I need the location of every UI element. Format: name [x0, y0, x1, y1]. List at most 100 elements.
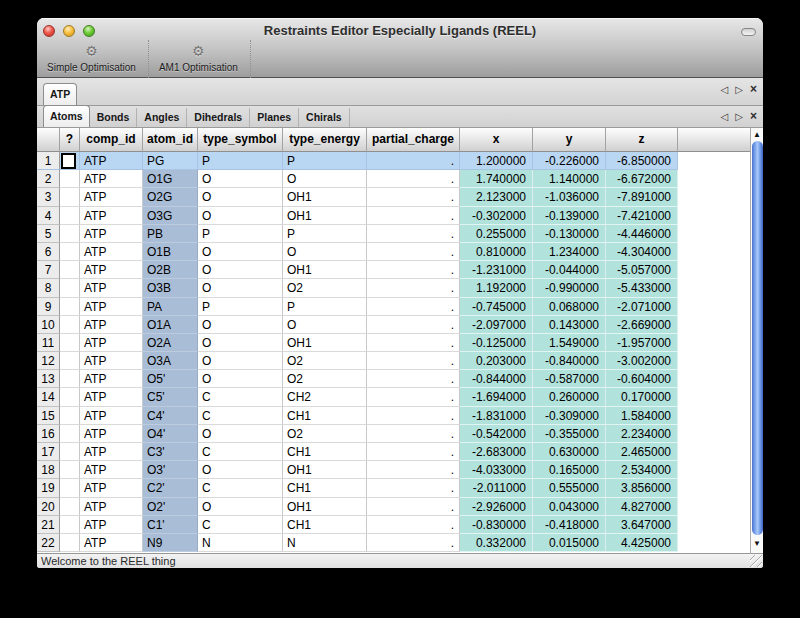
table-row[interactable]: 8ATPO3BOO2.1.192000-0.990000-5.433000: [37, 279, 763, 297]
row-number-cell[interactable]: 15: [37, 407, 60, 425]
comp-id-cell[interactable]: ATP: [80, 425, 143, 443]
comp-id-cell[interactable]: ATP: [80, 188, 143, 206]
x-cell[interactable]: -1.694000: [460, 388, 533, 406]
row-number-cell[interactable]: 7: [37, 261, 60, 279]
x-cell[interactable]: -0.542000: [460, 425, 533, 443]
selector-cell[interactable]: [60, 334, 80, 352]
atom-id-cell[interactable]: O1A: [143, 316, 198, 334]
selector-cell[interactable]: [60, 316, 80, 334]
y-cell[interactable]: -0.139000: [533, 207, 606, 225]
z-cell[interactable]: -2.071000: [606, 298, 678, 316]
comp-id-cell[interactable]: ATP: [80, 388, 143, 406]
row-number-cell[interactable]: 1: [37, 152, 60, 170]
y-cell[interactable]: 0.165000: [533, 461, 606, 479]
partial-charge-cell[interactable]: .: [367, 261, 460, 279]
section-tab-bonds[interactable]: Bonds: [90, 108, 138, 127]
selector-cell[interactable]: [60, 225, 80, 243]
y-cell[interactable]: 0.260000: [533, 388, 606, 406]
toolbar-button[interactable]: ⚙AM1 Optimisation: [149, 40, 251, 78]
y-cell[interactable]: -0.044000: [533, 261, 606, 279]
x-cell[interactable]: 1.200000: [460, 152, 533, 170]
table-row[interactable]: 6ATPO1BOO.0.8100001.234000-4.304000: [37, 243, 763, 261]
atom-id-cell[interactable]: O2G: [143, 188, 198, 206]
z-cell[interactable]: 2.234000: [606, 425, 678, 443]
z-cell[interactable]: -3.002000: [606, 352, 678, 370]
selector-cell[interactable]: [60, 352, 80, 370]
partial-charge-cell[interactable]: .: [367, 170, 460, 188]
atom-id-cell[interactable]: C3': [143, 443, 198, 461]
y-cell[interactable]: -0.990000: [533, 279, 606, 297]
type-symbol-cell[interactable]: O: [198, 498, 283, 516]
scrollbar-thumb[interactable]: [752, 141, 763, 535]
comp-id-cell[interactable]: ATP: [80, 225, 143, 243]
comp-id-cell[interactable]: ATP: [80, 407, 143, 425]
type-symbol-cell[interactable]: O: [198, 425, 283, 443]
partial-charge-cell[interactable]: .: [367, 334, 460, 352]
z-cell[interactable]: -5.433000: [606, 279, 678, 297]
selector-cell[interactable]: [60, 279, 80, 297]
column-header[interactable]: [37, 128, 60, 152]
x-cell[interactable]: -0.125000: [460, 334, 533, 352]
partial-charge-cell[interactable]: .: [367, 188, 460, 206]
atom-id-cell[interactable]: O2B: [143, 261, 198, 279]
row-number-cell[interactable]: 5: [37, 225, 60, 243]
x-cell[interactable]: 1.740000: [460, 170, 533, 188]
type-symbol-cell[interactable]: O: [198, 279, 283, 297]
section-tab-planes[interactable]: Planes: [250, 108, 299, 127]
row-number-cell[interactable]: 4: [37, 207, 60, 225]
type-symbol-cell[interactable]: O: [198, 352, 283, 370]
comp-id-cell[interactable]: ATP: [80, 152, 143, 170]
y-cell[interactable]: 1.140000: [533, 170, 606, 188]
row-number-cell[interactable]: 10: [37, 316, 60, 334]
type-symbol-cell[interactable]: P: [198, 152, 283, 170]
table-row[interactable]: 10ATPO1AOO.-2.0970000.143000-2.669000: [37, 316, 763, 334]
comp-id-cell[interactable]: ATP: [80, 352, 143, 370]
table-row[interactable]: 13ATPO5'OO2.-0.844000-0.587000-0.604000: [37, 370, 763, 388]
z-cell[interactable]: -6.672000: [606, 170, 678, 188]
x-cell[interactable]: -4.033000: [460, 461, 533, 479]
z-cell[interactable]: 2.465000: [606, 443, 678, 461]
type-energy-cell[interactable]: OH1: [283, 334, 367, 352]
type-energy-cell[interactable]: O: [283, 170, 367, 188]
z-cell[interactable]: 1.584000: [606, 407, 678, 425]
scroll-up-icon[interactable]: ▲: [751, 129, 763, 141]
y-cell[interactable]: 0.630000: [533, 443, 606, 461]
type-symbol-cell[interactable]: O: [198, 316, 283, 334]
tab-close-icon[interactable]: ×: [750, 109, 757, 123]
type-energy-cell[interactable]: O2: [283, 279, 367, 297]
type-symbol-cell[interactable]: C: [198, 443, 283, 461]
toolbar-toggle-button[interactable]: [741, 28, 756, 36]
y-cell[interactable]: -0.226000: [533, 152, 606, 170]
type-symbol-cell[interactable]: P: [198, 298, 283, 316]
x-cell[interactable]: -0.302000: [460, 207, 533, 225]
type-energy-cell[interactable]: OH1: [283, 461, 367, 479]
type-energy-cell[interactable]: P: [283, 152, 367, 170]
tab-scroll-left-icon[interactable]: ◁: [721, 111, 729, 122]
comp-id-cell[interactable]: ATP: [80, 207, 143, 225]
type-symbol-cell[interactable]: C: [198, 516, 283, 534]
selector-cell[interactable]: [60, 498, 80, 516]
row-number-cell[interactable]: 9: [37, 298, 60, 316]
partial-charge-cell[interactable]: .: [367, 152, 460, 170]
table-row[interactable]: 20ATPO2'OOH1.-2.9260000.0430004.827000: [37, 498, 763, 516]
partial-charge-cell[interactable]: .: [367, 207, 460, 225]
selector-cell[interactable]: [60, 152, 80, 170]
partial-charge-cell[interactable]: .: [367, 225, 460, 243]
y-cell[interactable]: -1.036000: [533, 188, 606, 206]
type-symbol-cell[interactable]: O: [198, 334, 283, 352]
partial-charge-cell[interactable]: .: [367, 352, 460, 370]
z-cell[interactable]: -2.669000: [606, 316, 678, 334]
x-cell[interactable]: 0.810000: [460, 243, 533, 261]
x-cell[interactable]: -2.683000: [460, 443, 533, 461]
row-number-cell[interactable]: 14: [37, 388, 60, 406]
table-row[interactable]: 19ATPC2'CCH1.-2.0110000.5550003.856000: [37, 479, 763, 497]
row-number-cell[interactable]: 8: [37, 279, 60, 297]
y-cell[interactable]: -0.418000: [533, 516, 606, 534]
tab-close-icon[interactable]: ×: [750, 82, 757, 96]
atom-id-cell[interactable]: C2': [143, 479, 198, 497]
tab-scroll-left-icon[interactable]: ◁: [721, 84, 729, 95]
table-row[interactable]: 16ATPO4'OO2.-0.542000-0.3550002.234000: [37, 425, 763, 443]
row-number-cell[interactable]: 13: [37, 370, 60, 388]
row-number-cell[interactable]: 2: [37, 170, 60, 188]
scroll-down-icon[interactable]: ▼: [751, 538, 763, 550]
